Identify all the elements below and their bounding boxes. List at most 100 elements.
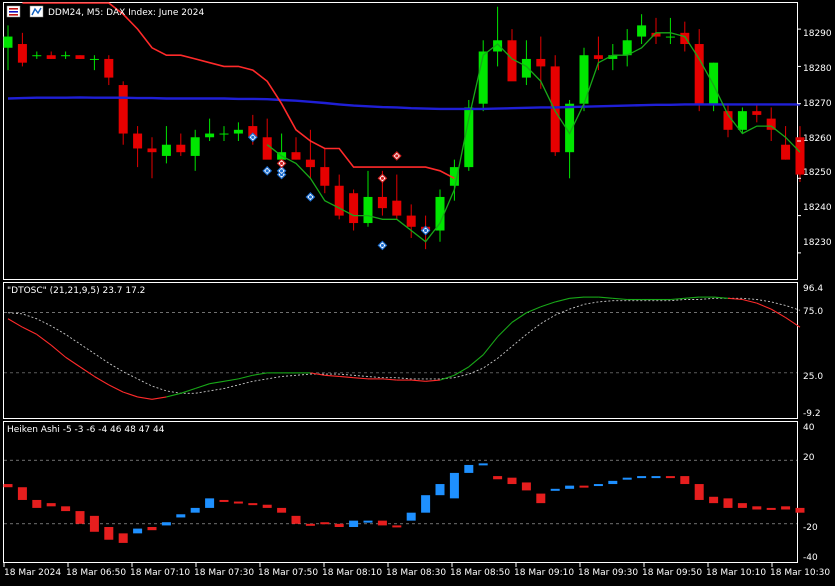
heiken-down-bar <box>377 520 387 526</box>
dtosc-main-line-segment <box>36 333 52 346</box>
heiken-down-bar <box>392 525 402 528</box>
time-label: 18 Mar 07:10 <box>130 568 190 578</box>
marker-dot <box>395 154 399 158</box>
dtosc-main-line-segment <box>50 344 66 358</box>
dtosc-main-line-segment <box>209 380 225 385</box>
dtosc-main-line-segment <box>540 301 556 308</box>
bullish-candle <box>435 196 445 231</box>
heiken-ashi-bars <box>3 463 805 543</box>
dtosc-main-line-segment <box>353 377 369 380</box>
heiken-down-bar <box>334 523 344 527</box>
price-pane[interactable] <box>3 2 798 280</box>
time-label: 18 Mar 09:50 <box>642 568 702 578</box>
heiken-down-bar <box>46 503 56 507</box>
dtosc-tick-label: -9.2 <box>803 409 821 419</box>
heiken-down-bar <box>32 499 42 508</box>
dtosc-tick-label: 96.4 <box>803 284 823 294</box>
dtosc-tick-label: 25.0 <box>803 372 823 382</box>
heiken-down-bar <box>61 506 71 512</box>
bullish-candle <box>89 58 99 60</box>
heiken-tick-label: 20 <box>803 453 815 463</box>
heiken-up-bar <box>435 484 445 496</box>
heiken-up-bar <box>449 472 459 499</box>
bearish-candle <box>305 159 315 168</box>
dtosc-main-line-segment <box>612 297 628 301</box>
up-arrow-marker <box>305 192 316 202</box>
heiken-down-bar <box>766 507 776 510</box>
chart-icon[interactable] <box>29 5 44 18</box>
heiken-up-bar <box>478 463 488 466</box>
menu-icon[interactable] <box>6 5 21 18</box>
time-label: 18 Mar 06:50 <box>66 568 126 578</box>
time-axis: 18 Mar 2024 18 Mar 06:50 18 Mar 07:10 18… <box>4 568 830 578</box>
dtosc-main-line-segment <box>684 296 700 299</box>
bearish-candle <box>176 144 186 153</box>
heiken-down-bar <box>89 515 99 532</box>
dtosc-main-line-segment <box>454 366 470 376</box>
dtosc-pane[interactable] <box>3 282 798 419</box>
dtosc-main-line-segment <box>223 378 239 382</box>
bearish-candle <box>262 137 272 160</box>
dtosc-main-line-segment <box>324 374 340 378</box>
heiken-up-bar <box>176 514 186 518</box>
heiken-up-bar <box>363 520 373 523</box>
marker-dot <box>280 169 284 173</box>
heiken-tick-label: -20 <box>803 523 818 533</box>
price-tick-label: 18280 <box>803 64 832 74</box>
bullish-candle <box>637 25 647 37</box>
bearish-candle <box>349 193 359 224</box>
dtosc-main-line-segment <box>108 384 124 393</box>
time-label: 18 Mar 2024 <box>4 568 61 578</box>
dtosc-main-line-segment <box>79 366 95 377</box>
bearish-candle <box>75 55 85 59</box>
down-arrow-marker <box>391 151 402 161</box>
heiken-down-bar <box>291 515 301 524</box>
price-axis: 18290 18280 18270 18260 18250 18240 1823… <box>803 29 832 248</box>
bearish-candle <box>46 55 56 59</box>
heiken-up-bar <box>622 477 632 480</box>
dtosc-main-line-segment <box>22 326 38 335</box>
bearish-candle <box>291 152 301 160</box>
down-arrow-marker <box>377 173 388 184</box>
price-candles <box>3 6 805 250</box>
chart-canvas[interactable]: DDM24, M5: DAX Index: June 2024 "DTOSC" … <box>0 0 835 582</box>
heiken-up-bar <box>593 484 603 487</box>
bearish-candle <box>104 58 114 78</box>
dtosc-main-line-segment <box>94 376 110 386</box>
dtosc-main-line-segment <box>137 396 153 400</box>
bearish-candle <box>593 55 603 59</box>
time-label: 18 Mar 09:30 <box>578 568 638 578</box>
bullish-candle <box>737 111 747 130</box>
green-line <box>266 32 801 243</box>
heiken-down-bar <box>118 533 128 543</box>
marker-dot <box>308 195 312 199</box>
time-label: 18 Mar 08:10 <box>322 568 382 578</box>
dtosc-main-line-segment <box>252 372 268 376</box>
price-tick-label: 18230 <box>803 238 832 248</box>
heiken-down-bar <box>262 504 272 508</box>
heiken-up-bar <box>550 488 560 491</box>
heiken-down-bar <box>277 507 287 513</box>
bearish-candle <box>550 66 560 153</box>
bullish-candle <box>233 129 243 134</box>
dtosc-main-line-segment <box>382 378 397 381</box>
heiken-up-bar <box>421 495 431 513</box>
metatrader-chart-window[interactable]: DDM24, M5: DAX Index: June 2024 "DTOSC" … <box>0 0 835 582</box>
dtosc-main-line-segment <box>180 387 196 394</box>
dtosc-main-line-segment <box>482 336 499 356</box>
heiken-title: Heiken Ashi -5 -3 -6 -4 46 48 47 44 <box>7 425 165 435</box>
dtosc-main-line-segment <box>439 374 455 381</box>
bearish-candle <box>752 111 762 115</box>
heiken-tick-label: 40 <box>803 423 815 433</box>
dtosc-tick-label: 75.0 <box>803 307 823 317</box>
heiken-tick-label: -40 <box>803 553 818 563</box>
bullish-candle <box>32 55 42 57</box>
heiken-down-bar <box>320 522 330 525</box>
dtosc-main-line-segment <box>411 379 426 382</box>
heiken-down-bar <box>737 503 747 508</box>
dtosc-main-line-segment <box>65 356 81 368</box>
dtosc-main-line-segment <box>151 396 167 400</box>
time-label: 18 Mar 10:10 <box>706 568 766 578</box>
dtosc-main-line-segment <box>569 296 585 299</box>
time-label: 18 Mar 08:50 <box>450 568 510 578</box>
